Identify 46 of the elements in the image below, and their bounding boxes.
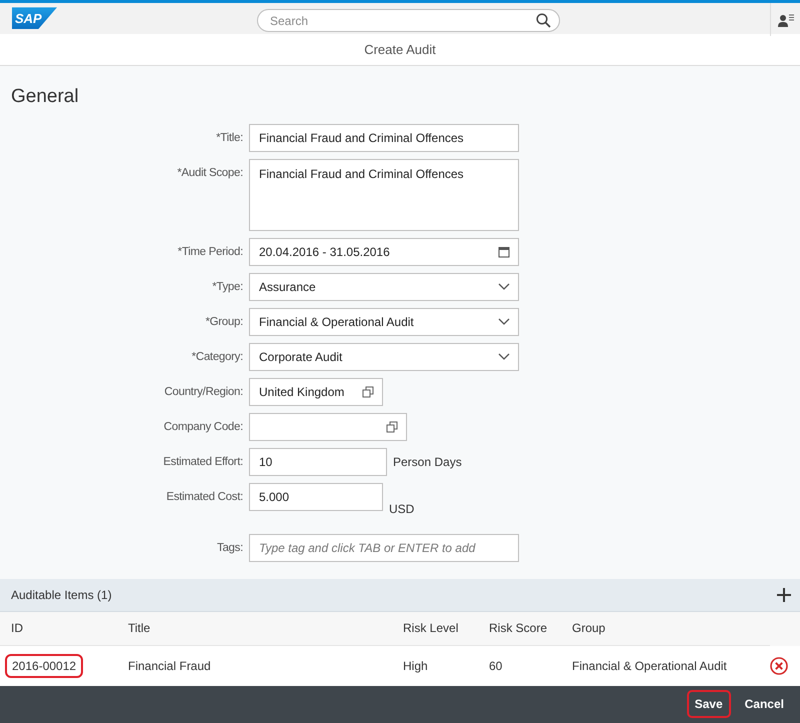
user-icon[interactable]: [778, 12, 794, 28]
cancel-button[interactable]: Cancel: [736, 690, 792, 718]
input-field[interactable]: [249, 412, 407, 441]
unit-label: Person Days: [393, 454, 462, 469]
table-cell: 2016-00012: [5, 654, 84, 678]
field-label: Country/Region:: [163, 384, 244, 398]
table-cell: 60: [489, 658, 502, 673]
input-field[interactable]: United Kingdom: [249, 378, 383, 406]
unit-label: USD: [389, 500, 414, 516]
field-label: *Audit Scope:: [176, 166, 244, 179]
table-title: Auditable Items (1): [11, 588, 112, 602]
page-title: Create Audit: [0, 34, 800, 66]
chevron-down-icon[interactable]: [498, 352, 510, 361]
field-label: *Title:: [215, 130, 244, 144]
value-help-icon[interactable]: [386, 420, 398, 433]
field-label: Tags:: [216, 540, 244, 554]
text-area[interactable]: Financial Fraud and Criminal Offences: [249, 158, 519, 231]
input-field[interactable]: Financial Fraud and Criminal Offences: [249, 124, 519, 152]
field-label: *Category:: [190, 350, 244, 363]
chevron-down-icon[interactable]: [498, 318, 510, 326]
input-field[interactable]: 20.04.2016 - 31.05.2016: [249, 238, 519, 266]
value-help-icon[interactable]: [362, 386, 374, 398]
save-button[interactable]: Save: [686, 690, 731, 718]
field-label: Company Code:: [162, 420, 244, 433]
input-field[interactable]: 5.000: [249, 482, 383, 511]
field-label: Estimated Effort:: [162, 454, 244, 468]
plus-icon: [776, 586, 792, 603]
field-label: *Time Period:: [176, 244, 244, 258]
field-label: Estimated Cost:: [165, 490, 244, 503]
chevron-down-icon[interactable]: [498, 282, 510, 291]
logo[interactable]: SAP: [12, 7, 57, 30]
field-label: *Type:: [211, 280, 244, 293]
input-field[interactable]: 10: [249, 448, 387, 476]
table-cell: High: [403, 658, 428, 673]
dropdown[interactable]: Corporate Audit: [249, 342, 519, 371]
input-field[interactable]: Type tag and click TAB or ENTER to add: [249, 534, 519, 562]
add-button[interactable]: [776, 586, 792, 603]
table-cell: Financial & Operational Audit: [572, 658, 727, 673]
calendar-icon[interactable]: [498, 246, 510, 258]
dropdown[interactable]: Financial & Operational Audit: [249, 308, 519, 336]
dropdown[interactable]: Assurance: [249, 272, 519, 301]
field-label: *Group:: [204, 314, 244, 328]
table-cell: Financial Fraud: [128, 658, 211, 673]
section-title: General: [10, 86, 80, 108]
search-icon[interactable]: [536, 13, 551, 28]
delete-icon[interactable]: [770, 656, 788, 675]
